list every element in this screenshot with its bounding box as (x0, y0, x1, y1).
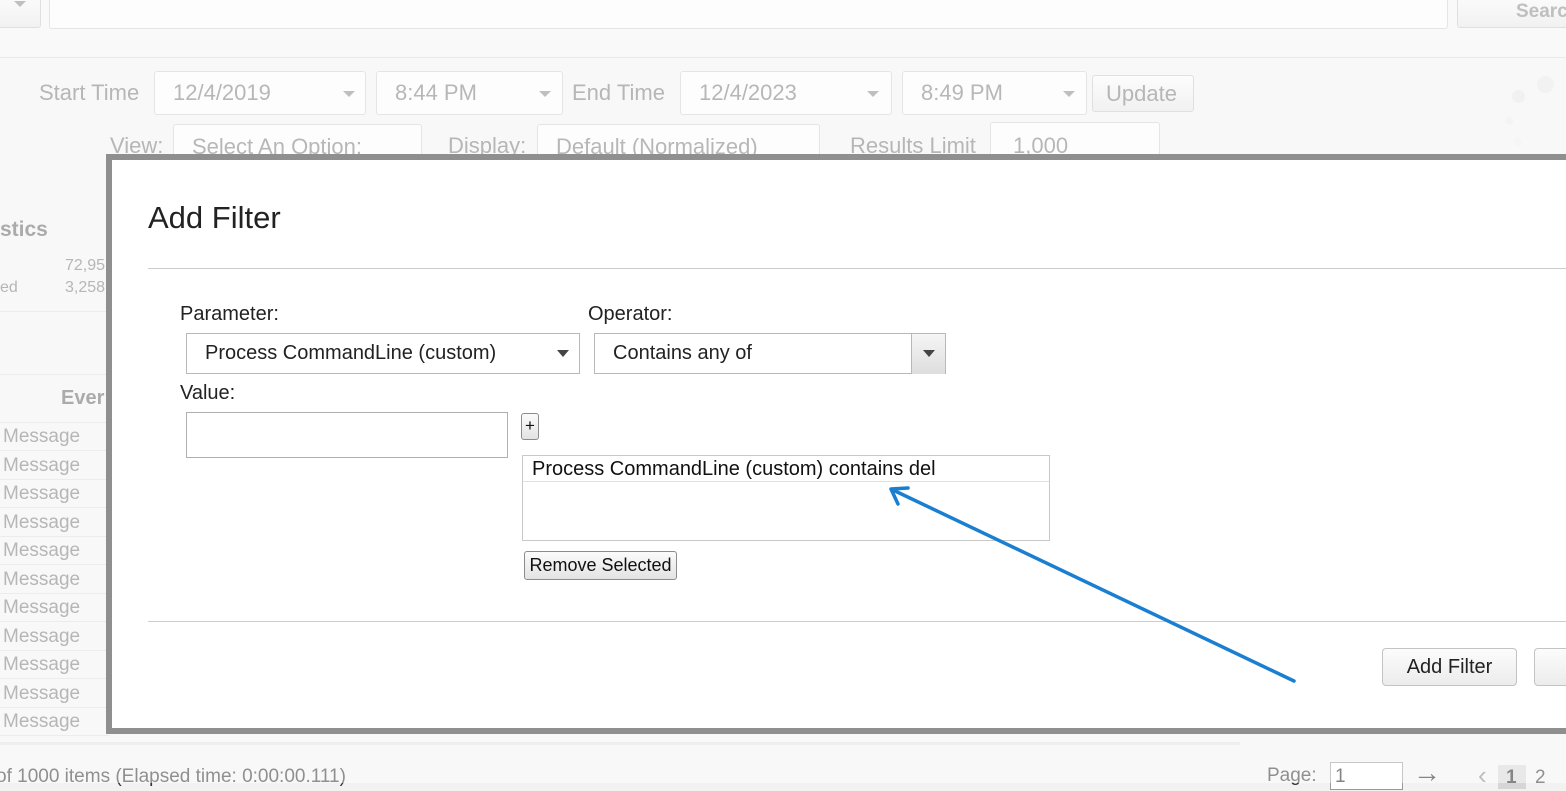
annotation-arrow-icon (889, 486, 1296, 683)
